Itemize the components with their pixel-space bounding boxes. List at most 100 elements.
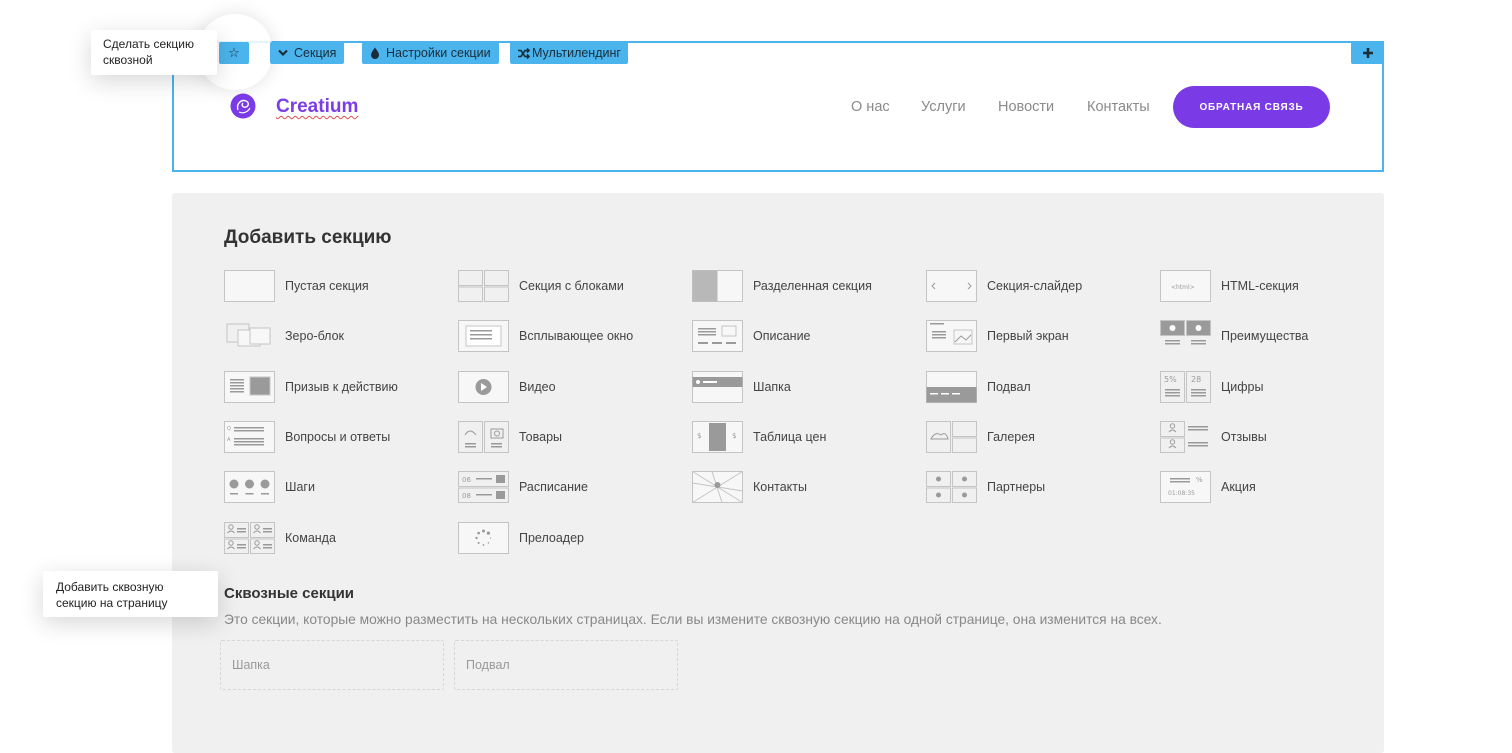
nav-link-about[interactable]: О нас [851,99,890,115]
svg-text:<html>: <html> [1171,284,1195,291]
section-type-promo[interactable]: % 01:08:35 Акция [1160,471,1390,503]
section-type-label: Отзывы [1221,430,1267,444]
section-type-numbers[interactable]: 5% 28 Цифры [1160,371,1390,403]
global-sections-title: Сквозные секции [224,585,355,602]
section-type-label: Зеро-блок [285,329,345,343]
svg-text:01:08:35: 01:08:35 [1168,490,1195,497]
feedback-button[interactable]: ОБРАТНАЯ СВЯЗЬ [1173,86,1330,128]
section-type-label: Акция [1221,480,1256,494]
section-type-label: Призыв к действию [285,380,398,394]
section-type-label: HTML-секция [1221,279,1299,293]
add-section-button[interactable] [1351,42,1384,64]
section-type-benefits[interactable]: Преимущества [1160,320,1390,352]
svg-text:$: $ [732,432,736,440]
section-type-label: Шапка [753,380,791,394]
section-type-reviews[interactable]: Отзывы [1160,421,1390,453]
svg-text:5%: 5% [1164,375,1177,384]
section-numbers-thumb-icon: 5% 28 [1160,371,1211,403]
section-type-video[interactable]: Видео [458,371,688,403]
svg-text:08: 08 [462,492,471,500]
section-products-thumb-icon [458,421,509,453]
section-settings-label: Настройки секции [386,46,491,60]
section-type-cta[interactable]: Призыв к действию [224,371,454,403]
section-type-html[interactable]: <html> HTML-секция [1160,270,1390,302]
svg-text:3: 3 [263,482,266,488]
section-type-blocks[interactable]: Секция с блоками [458,270,688,302]
section-type-partners[interactable]: Партнеры [926,471,1156,503]
site-logo-text[interactable]: Creatium [276,96,358,118]
section-footer-thumb-icon [926,371,977,403]
section-type-label: Первый экран [987,329,1069,343]
svg-text:%: % [1196,476,1203,484]
section-type-pricing[interactable]: $ $ $ Таблица цен [692,421,922,453]
star-icon: ☆ [228,45,240,60]
section-type-popup[interactable]: Всплывающее окно [458,320,688,352]
svg-text:Q: Q [227,426,231,432]
section-html-thumb-icon: <html> [1160,270,1211,302]
section-benefits-thumb-icon [1160,320,1211,345]
section-settings-button[interactable]: Настройки секции [362,42,499,64]
drop-icon [371,47,379,59]
section-type-faq[interactable]: Q A Вопросы и ответы [224,421,454,453]
section-type-label: Шаги [285,480,315,494]
global-slot-header[interactable]: Шапка [220,640,444,690]
section-type-label: Товары [519,430,562,444]
svg-text:$: $ [697,432,701,440]
svg-text:A: A [227,437,231,443]
section-type-label: Контакты [753,480,807,494]
section-video-thumb-icon [458,371,509,403]
section-type-label: Вопросы и ответы [285,430,391,444]
nav-link-contacts[interactable]: Контакты [1087,99,1150,115]
section-type-zero[interactable]: Зеро-блок [224,320,454,352]
section-type-schedule[interactable]: 06 08 Расписание [458,471,688,503]
section-firstscreen-thumb-icon [926,320,977,352]
nav-link-services[interactable]: Услуги [921,99,966,115]
section-type-desc[interactable]: Описание [692,320,922,352]
nav-link-news[interactable]: Новости [998,99,1054,115]
multilanding-label: Мультилендинг [532,46,621,60]
multilanding-button[interactable]: Мультилендинг [510,42,628,64]
section-type-contacts[interactable]: Контакты [692,471,922,503]
section-slider-thumb-icon [926,270,977,302]
svg-text:$: $ [714,428,719,437]
global-slot-footer[interactable]: Подвал [454,640,678,690]
section-type-firstscreen[interactable]: Первый экран [926,320,1156,352]
svg-text:28: 28 [1191,375,1201,384]
section-header-thumb-icon [692,371,743,403]
section-label: Секция [294,46,337,60]
plus-icon [1362,48,1373,58]
section-type-preloader[interactable]: Прелоадер [458,522,688,554]
tooltip-make-crossing: Сделать секцию сквозной [91,30,217,75]
section-partners-thumb-icon [926,471,977,503]
section-popup-thumb-icon [458,320,509,352]
section-type-label: Преимущества [1221,329,1309,343]
section-type-label: Галерея [987,430,1035,444]
section-schedule-thumb-icon: 06 08 [458,471,509,503]
section-split-thumb-icon [692,270,743,302]
section-type-gallery[interactable]: Галерея [926,421,1156,453]
section-type-label: Цифры [1221,380,1264,394]
section-type-footer[interactable]: Подвал [926,371,1156,403]
section-type-label: Всплывающее окно [519,329,634,343]
section-reviews-thumb-icon [1160,421,1208,453]
section-type-split[interactable]: Разделенная секция [692,270,922,302]
logo-icon [230,93,256,119]
shuffle-icon [518,47,530,59]
svg-text:2: 2 [248,482,251,488]
section-type-empty[interactable]: Пустая секция [224,270,454,302]
section-type-label: Подвал [987,380,1031,394]
section-type-steps[interactable]: 1 2 3 Шаги [224,471,454,503]
section-type-label: Описание [753,329,811,343]
section-type-team[interactable]: Команда [224,522,454,554]
make-crossing-button[interactable]: ☆ [219,42,249,64]
section-type-label: Видео [519,380,556,394]
section-type-label: Команда [285,531,336,545]
section-type-products[interactable]: Товары [458,421,688,453]
chevron-down-icon [278,49,288,57]
add-section-title: Добавить секцию [224,227,392,248]
section-type-slider[interactable]: Секция-слайдер [926,270,1156,302]
section-type-header[interactable]: Шапка [692,371,922,403]
section-preloader-thumb-icon [458,522,509,554]
section-faq-thumb-icon: QA [224,421,275,453]
section-menu-button[interactable]: Секция [270,42,345,64]
